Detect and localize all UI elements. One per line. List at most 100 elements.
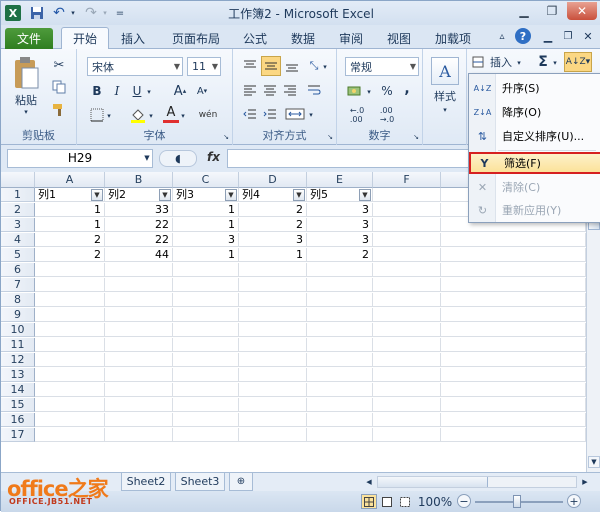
font-color-dropdown-icon[interactable]: ▾ [179, 111, 187, 121]
row-header-3[interactable]: 3 [1, 218, 35, 232]
empty-cell[interactable] [173, 413, 239, 427]
empty-cell[interactable] [373, 413, 441, 427]
row-header-13[interactable]: 13 [1, 368, 35, 382]
empty-cell[interactable] [105, 308, 173, 322]
empty-cell[interactable] [239, 368, 307, 382]
empty-cell[interactable] [373, 188, 441, 202]
format-painter-icon[interactable] [51, 101, 67, 117]
sheet-tab-sheet2[interactable]: Sheet2 [121, 473, 171, 491]
empty-cell[interactable] [373, 368, 441, 382]
empty-cell[interactable] [373, 428, 441, 442]
autosum-button[interactable]: Σ [535, 53, 551, 71]
empty-cell[interactable] [441, 248, 586, 262]
empty-cell[interactable] [373, 278, 441, 292]
number-format-combo[interactable]: 常规 ▼ [345, 57, 419, 76]
header-cell[interactable]: 列5 ▼ [307, 188, 373, 202]
row-header-9[interactable]: 9 [1, 308, 35, 322]
tab-view[interactable]: 视图 [379, 27, 419, 49]
empty-cell[interactable] [239, 383, 307, 397]
empty-cell[interactable] [441, 293, 586, 307]
sort-filter-button[interactable]: A↓Z▾ [564, 52, 592, 72]
empty-cell[interactable] [307, 293, 373, 307]
wrap-text-icon[interactable] [305, 81, 323, 99]
align-right-icon[interactable] [281, 81, 299, 99]
empty-cell[interactable] [173, 323, 239, 337]
empty-cell[interactable] [307, 323, 373, 337]
empty-cell[interactable] [173, 338, 239, 352]
styles-dropdown-icon[interactable]: ▾ [441, 105, 449, 115]
data-cell[interactable]: 3 [239, 233, 307, 247]
increase-decimal-icon[interactable]: ←.0.00 [345, 106, 369, 124]
styles-icon[interactable]: A [431, 57, 459, 85]
empty-cell[interactable] [373, 398, 441, 412]
paste-icon[interactable] [11, 55, 41, 91]
currency-dropdown-icon[interactable]: ▾ [365, 87, 373, 97]
workbook-restore-icon[interactable]: ❐ [561, 29, 575, 43]
row-header-8[interactable]: 8 [1, 293, 35, 307]
menu-item-clear[interactable]: ✕ 清除(C) [469, 176, 600, 198]
empty-cell[interactable] [173, 368, 239, 382]
empty-cell[interactable] [105, 368, 173, 382]
row-header-2[interactable]: 2 [1, 203, 35, 217]
empty-cell[interactable] [239, 278, 307, 292]
font-color-button[interactable]: A [163, 105, 179, 123]
name-box[interactable]: H29 [7, 149, 153, 168]
data-cell[interactable]: 2 [239, 218, 307, 232]
empty-cell[interactable] [105, 413, 173, 427]
empty-cell[interactable] [239, 398, 307, 412]
empty-cell[interactable] [441, 338, 586, 352]
horizontal-scrollbar[interactable] [377, 476, 577, 488]
row-header-1[interactable]: 1 [1, 188, 35, 202]
insert-function-icon[interactable]: fx [207, 150, 220, 164]
filter-dropdown-icon[interactable]: ▼ [359, 189, 371, 201]
normal-view-icon[interactable] [361, 494, 377, 509]
empty-cell[interactable] [105, 263, 173, 277]
header-cell[interactable]: 列3 ▼ [173, 188, 239, 202]
zoom-in-button[interactable]: + [567, 494, 581, 508]
header-cell[interactable]: 列1 ▼ [35, 188, 105, 202]
alignment-dialog-launcher-icon[interactable]: ↘ [326, 133, 334, 141]
page-layout-view-icon[interactable] [379, 494, 395, 509]
align-left-icon[interactable] [241, 81, 259, 99]
empty-cell[interactable] [105, 353, 173, 367]
orientation-dropdown-icon[interactable]: ▾ [321, 62, 329, 72]
empty-cell[interactable] [441, 278, 586, 292]
column-header-a[interactable]: A [35, 172, 105, 188]
workbook-close-icon[interactable]: ✕ [581, 29, 595, 43]
data-cell[interactable]: 2 [35, 233, 105, 247]
row-header-12[interactable]: 12 [1, 353, 35, 367]
empty-cell[interactable] [35, 353, 105, 367]
merge-dropdown-icon[interactable]: ▾ [307, 110, 315, 120]
zoom-slider-thumb[interactable] [513, 495, 521, 508]
empty-cell[interactable] [35, 338, 105, 352]
fill-color-icon[interactable] [129, 107, 147, 123]
data-cell[interactable]: 44 [105, 248, 173, 262]
insert-cells-icon[interactable] [471, 55, 485, 69]
filter-dropdown-icon[interactable]: ▼ [225, 189, 237, 201]
data-cell[interactable]: 22 [105, 218, 173, 232]
header-cell[interactable]: 列2 ▼ [105, 188, 173, 202]
column-header-b[interactable]: B [105, 172, 173, 188]
empty-cell[interactable] [307, 398, 373, 412]
empty-cell[interactable] [35, 413, 105, 427]
merge-center-icon[interactable] [283, 105, 307, 123]
row-header-14[interactable]: 14 [1, 383, 35, 397]
row-header-15[interactable]: 15 [1, 398, 35, 412]
data-cell[interactable]: 2 [239, 203, 307, 217]
row-header-4[interactable]: 4 [1, 233, 35, 247]
header-cell[interactable]: 列4 ▼ [239, 188, 307, 202]
row-header-11[interactable]: 11 [1, 338, 35, 352]
comma-button[interactable]: , [399, 81, 415, 97]
row-header-5[interactable]: 5 [1, 248, 35, 262]
empty-cell[interactable] [173, 383, 239, 397]
autosum-dropdown-icon[interactable]: ▾ [551, 58, 559, 68]
menu-item-filter[interactable]: Y 筛选(F) [469, 152, 600, 174]
tab-home[interactable]: 开始 [61, 27, 109, 49]
formula-scroll-icon[interactable]: ◖ [159, 150, 197, 167]
column-header-d[interactable]: D [239, 172, 307, 188]
empty-cell[interactable] [173, 278, 239, 292]
data-cell[interactable]: 2 [35, 248, 105, 262]
menu-item-sort-ascending[interactable]: A↓Z 升序(S) [469, 77, 600, 99]
styles-button-label[interactable]: 样式 [427, 89, 463, 103]
workbook-minimize-icon[interactable]: ▁ [541, 29, 555, 43]
